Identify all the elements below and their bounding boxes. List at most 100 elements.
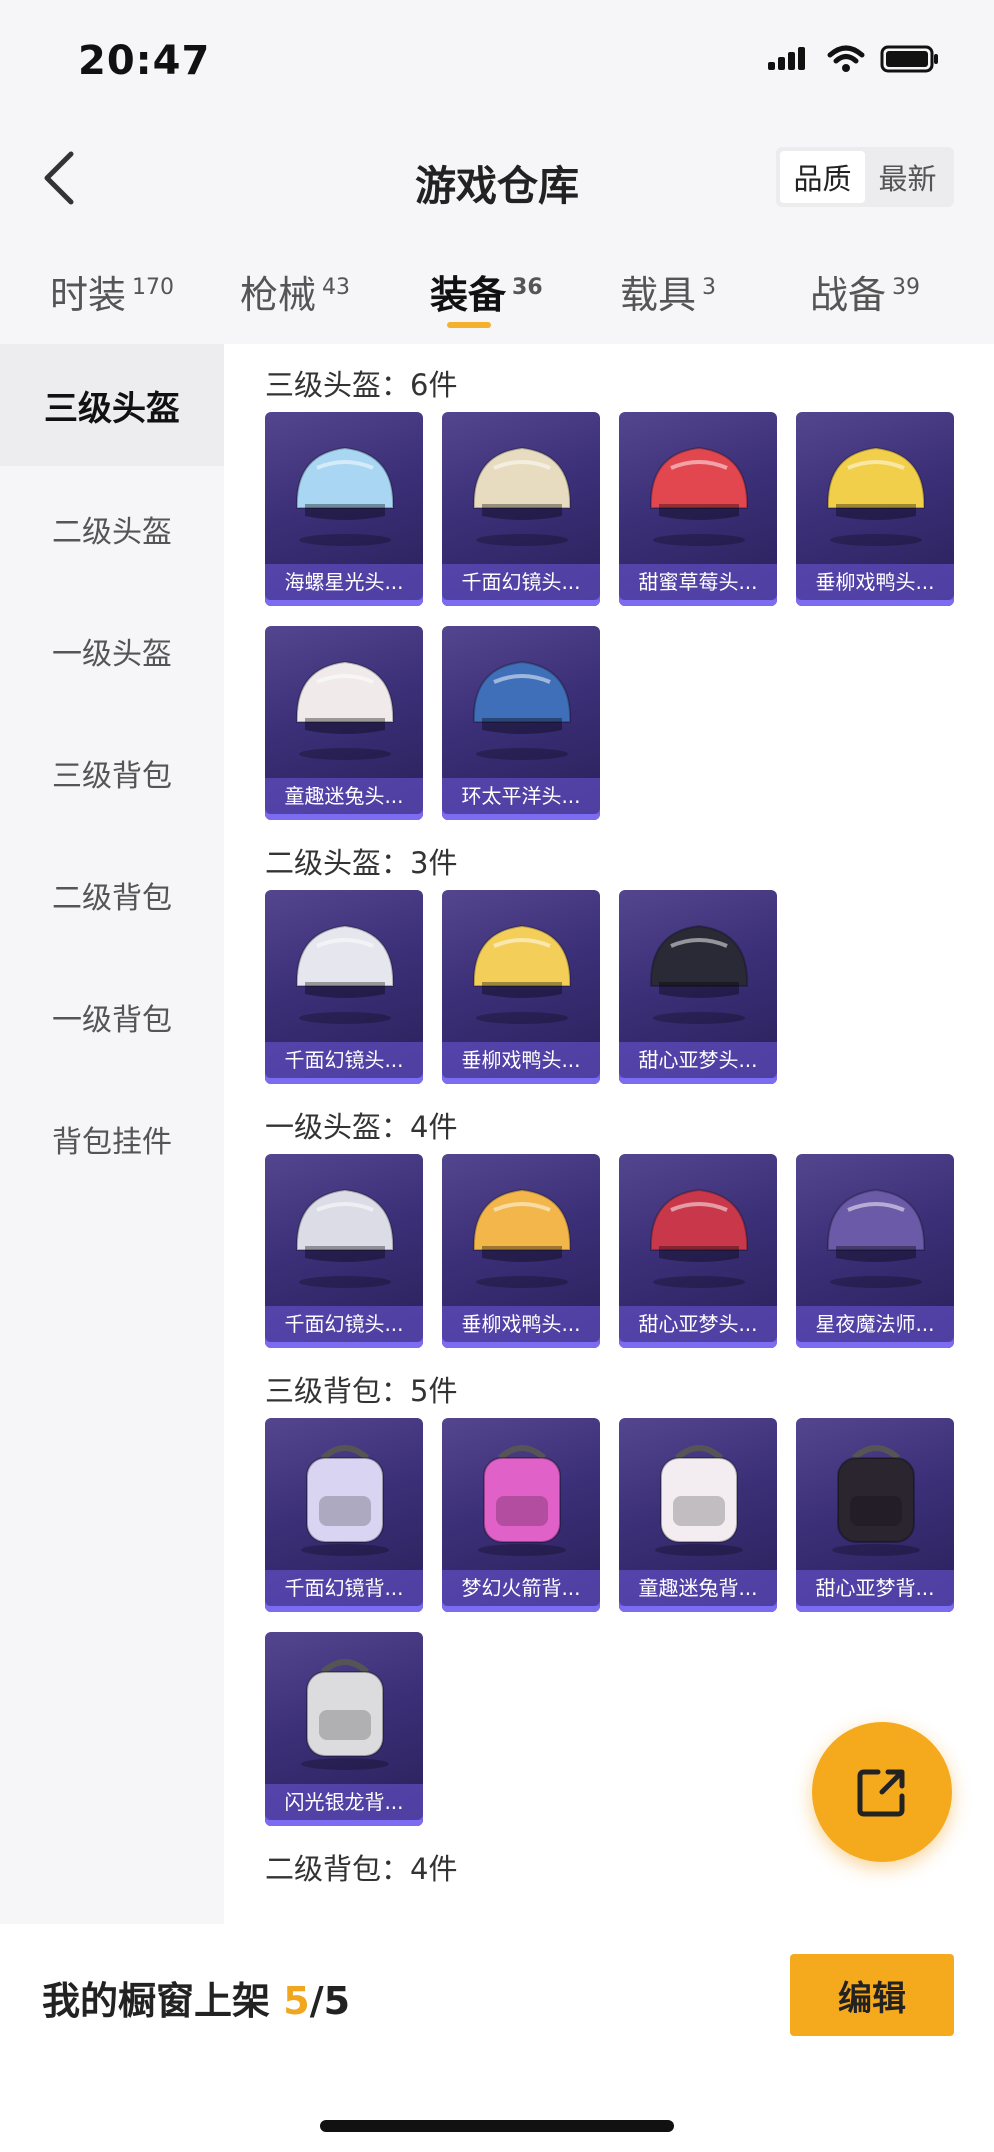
item-name: 童趣迷兔头...: [265, 778, 423, 814]
backpack-art: [655, 1445, 743, 1556]
helmet-art: [295, 660, 395, 760]
showcase-count: 5: [283, 1979, 310, 2023]
tab-vehicles[interactable]: 载具 3: [620, 264, 716, 319]
helmet-art: [472, 446, 572, 546]
group-title: 三级背包：5件: [265, 1374, 458, 1408]
sort-toggle: 品质 最新: [776, 147, 954, 207]
bottom-bar: 我的橱窗上架 5/5 编辑: [0, 1924, 994, 2152]
sidebar-item-lv1-helmet[interactable]: 一级头盔: [0, 590, 224, 712]
item-card[interactable]: 闪光银龙背...: [265, 1632, 423, 1826]
tab-weapons[interactable]: 枪械 43: [240, 264, 350, 319]
item-card[interactable]: 梦幻火箭背...: [442, 1418, 600, 1612]
helmet-art: [826, 446, 926, 546]
tab-count: 170: [132, 275, 175, 301]
item-card[interactable]: 千面幻镜头...: [442, 412, 600, 606]
group-title: 三级头盔：6件: [265, 368, 458, 402]
sidebar-item-lv2-helmet[interactable]: 二级头盔: [0, 468, 224, 590]
backpack-art: [301, 1445, 389, 1556]
item-name: 垂柳戏鸭头...: [442, 1306, 600, 1342]
item-card[interactable]: 甜心亚梦头...: [619, 1154, 777, 1348]
item-name: 闪光银龙背...: [265, 1784, 423, 1820]
item-card[interactable]: 童趣迷兔背...: [619, 1418, 777, 1612]
sort-option-newest[interactable]: 最新: [865, 151, 950, 203]
helmet-art: [649, 446, 749, 546]
item-name: 甜蜜草莓头...: [619, 564, 777, 600]
item-name: 甜心亚梦背...: [796, 1570, 954, 1606]
sidebar-item-lv3-backpack[interactable]: 三级背包: [0, 712, 224, 834]
tab-label: 装备: [430, 273, 507, 317]
tab-count: 43: [322, 275, 351, 301]
battery-icon: [880, 45, 938, 73]
sidebar-item-lv2-backpack[interactable]: 二级背包: [0, 834, 224, 956]
category-tabs: 时装 170 枪械 43 装备 36 载具 3 战备 39: [0, 250, 994, 340]
showcase-label: 我的橱窗上架: [42, 1979, 271, 2023]
helmet-art: [472, 1188, 572, 1288]
item-card[interactable]: 童趣迷兔头...: [265, 626, 423, 820]
tab-label: 枪械: [240, 273, 317, 317]
item-name: 垂柳戏鸭头...: [442, 1042, 600, 1078]
status-bar: 20:47: [0, 0, 994, 120]
tab-count: 39: [892, 275, 921, 301]
tab-supplies[interactable]: 战备 39: [810, 264, 920, 319]
helmet-art: [649, 924, 749, 1024]
item-name: 甜心亚梦头...: [619, 1042, 777, 1078]
item-card[interactable]: 垂柳戏鸭头...: [442, 1154, 600, 1348]
helmet-art: [295, 446, 395, 546]
item-name: 甜心亚梦头...: [619, 1306, 777, 1342]
tab-label: 时装: [50, 273, 127, 317]
sidebar: 三级头盔 二级头盔 一级头盔 三级背包 二级背包 一级背包 背包挂件: [0, 344, 224, 1924]
backpack-art: [478, 1445, 566, 1556]
item-card[interactable]: 垂柳戏鸭头...: [796, 412, 954, 606]
header: 游戏仓库 品质 最新: [0, 120, 994, 230]
item-name: 千面幻镜背...: [265, 1570, 423, 1606]
status-icons: [768, 44, 940, 74]
item-card[interactable]: 海螺星光头...: [265, 412, 423, 606]
group-title: 一级头盔：4件: [265, 1110, 458, 1144]
group-title: 二级背包：4件: [265, 1852, 458, 1886]
tab-fashion[interactable]: 时装 170: [50, 264, 174, 319]
backpack-art: [832, 1445, 920, 1556]
item-card[interactable]: 星夜魔法师...: [796, 1154, 954, 1348]
edit-button[interactable]: 编辑: [790, 1954, 954, 2036]
helmet-art: [295, 1188, 395, 1288]
item-name: 环太平洋头...: [442, 778, 600, 814]
item-name: 梦幻火箭背...: [442, 1570, 600, 1606]
tab-equipment[interactable]: 装备 36: [430, 264, 543, 319]
share-button[interactable]: [812, 1722, 952, 1862]
helmet-art: [826, 1188, 926, 1288]
wifi-icon: [827, 45, 865, 72]
helmet-art: [295, 924, 395, 1024]
share-icon: [857, 1769, 905, 1817]
item-name: 垂柳戏鸭头...: [796, 564, 954, 600]
item-name: 星夜魔法师...: [796, 1306, 954, 1342]
sidebar-item-lv3-helmet[interactable]: 三级头盔: [0, 344, 224, 466]
showcase-total: /5: [309, 1979, 351, 2023]
item-grid: 三级头盔：6件 海螺星光头... 千面幻镜头... 甜蜜草莓头... 垂柳戏鸭头... 童…: [224, 344, 994, 1924]
active-tab-indicator: [447, 322, 491, 328]
signal-icon: [768, 47, 805, 70]
item-card[interactable]: 甜心亚梦头...: [619, 890, 777, 1084]
showcase-status: 我的橱窗上架 5/5: [42, 1970, 350, 2025]
tab-count: 3: [702, 275, 717, 301]
backpack-art: [301, 1659, 389, 1770]
group-title: 二级头盔：3件: [265, 846, 458, 880]
item-name: 千面幻镜头...: [442, 564, 600, 600]
item-card[interactable]: 甜蜜草莓头...: [619, 412, 777, 606]
tab-label: 载具: [620, 273, 697, 317]
status-time: 20:47: [78, 38, 211, 84]
item-card[interactable]: 千面幻镜头...: [265, 1154, 423, 1348]
sort-option-quality[interactable]: 品质: [780, 151, 865, 203]
helmet-art: [472, 924, 572, 1024]
item-card[interactable]: 甜心亚梦背...: [796, 1418, 954, 1612]
item-card[interactable]: 千面幻镜头...: [265, 890, 423, 1084]
item-card[interactable]: 环太平洋头...: [442, 626, 600, 820]
sidebar-item-backpack-pendant[interactable]: 背包挂件: [0, 1078, 224, 1200]
helmet-art: [472, 660, 572, 760]
tab-count: 36: [512, 275, 543, 301]
item-name: 千面幻镜头...: [265, 1306, 423, 1342]
sidebar-item-lv1-backpack[interactable]: 一级背包: [0, 956, 224, 1078]
item-card[interactable]: 垂柳戏鸭头...: [442, 890, 600, 1084]
item-name: 海螺星光头...: [265, 564, 423, 600]
item-card[interactable]: 千面幻镜背...: [265, 1418, 423, 1612]
home-indicator: [320, 2120, 674, 2132]
